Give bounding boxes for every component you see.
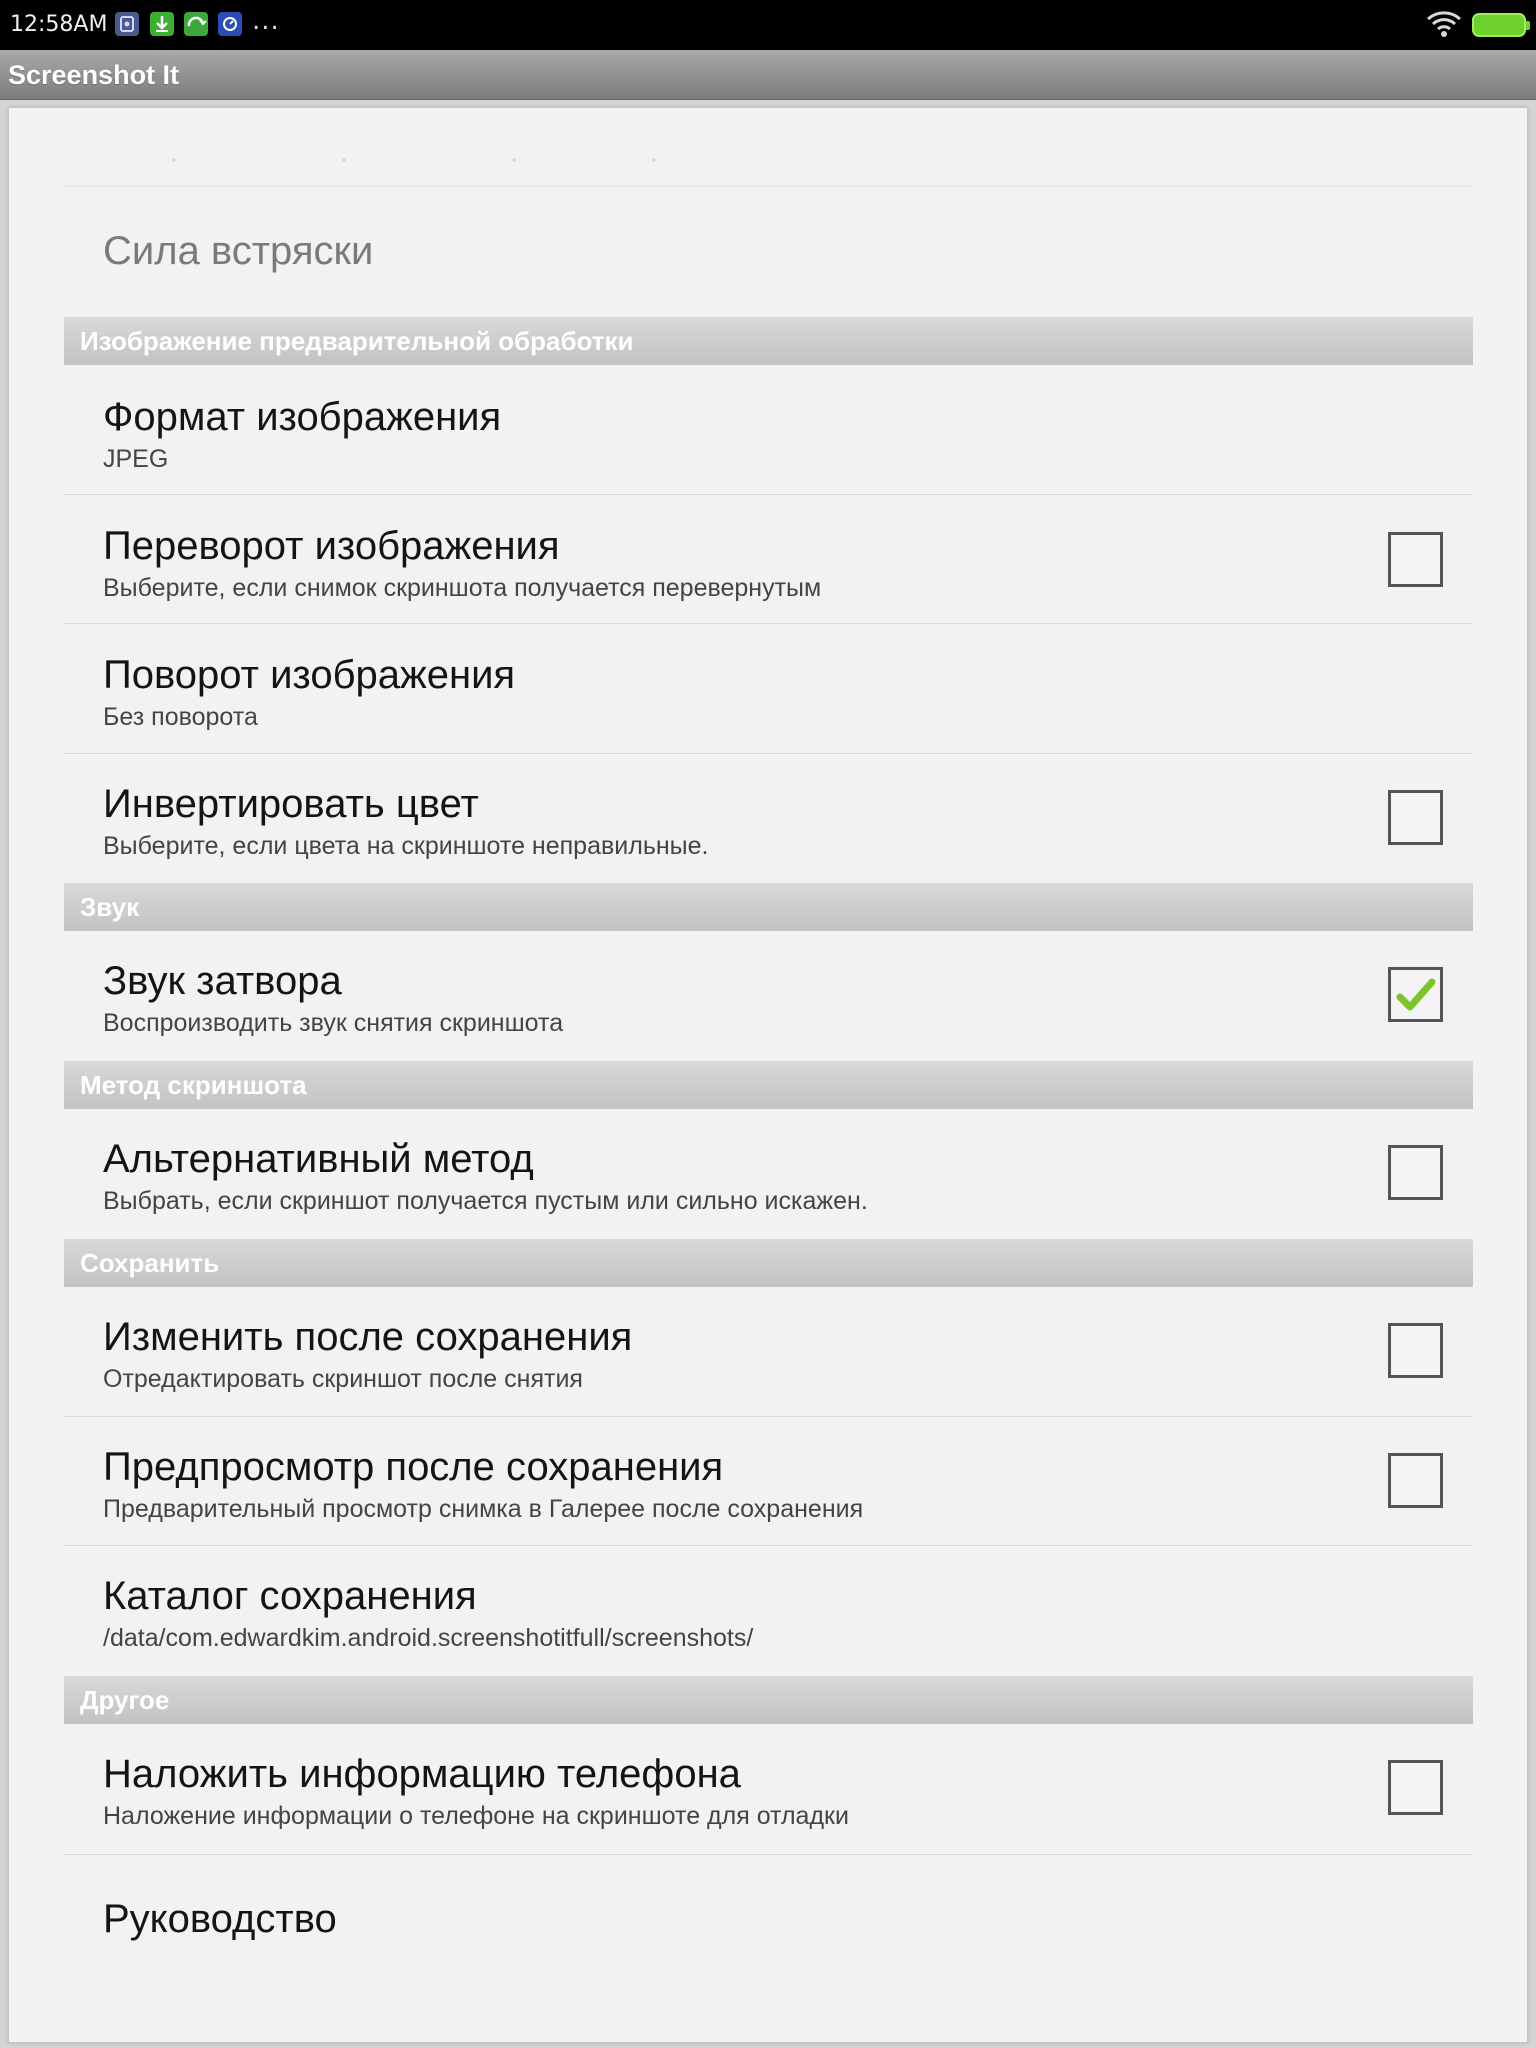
screenshot-icon xyxy=(115,12,139,36)
pref-title: Альтернативный метод xyxy=(103,1137,534,1181)
section-header-save: Сохранить xyxy=(64,1239,1473,1287)
pref-summary: Наложение информации о телефоне на скрин… xyxy=(103,1802,849,1830)
more-notifications: ... xyxy=(252,6,280,36)
title-bar: Screenshot It xyxy=(0,50,1536,100)
pref-shutter-sound[interactable]: Звук затвора Воспроизводить звук снятия … xyxy=(64,931,1473,1061)
pref-title: Звук затвора xyxy=(103,959,342,1003)
section-header-sound: Звук xyxy=(64,883,1473,931)
pref-alternative-method[interactable]: Альтернативный метод Выбрать, если скрин… xyxy=(64,1109,1473,1239)
sync-icon xyxy=(184,12,208,36)
alternative-method-checkbox[interactable] xyxy=(1388,1145,1443,1200)
pref-summary: Выбрать, если скриншот получается пустым… xyxy=(103,1187,868,1215)
pref-manual[interactable]: Руководство xyxy=(64,1855,1473,1985)
section-header-label: Другое xyxy=(80,1685,170,1715)
pref-summary: Выберите, если снимок скриншота получает… xyxy=(103,574,822,602)
battery-icon xyxy=(1472,13,1530,37)
section-header-label: Звук xyxy=(80,892,140,922)
app-icon xyxy=(218,12,242,36)
pref-image-rotation[interactable]: Поворот изображения Без поворота xyxy=(64,624,1473,754)
pref-summary: JPEG xyxy=(103,445,169,473)
section-header-label: Метод скриншота xyxy=(80,1070,307,1100)
app-title: Screenshot It xyxy=(8,60,180,90)
scroll-residue xyxy=(172,158,656,162)
pref-save-directory[interactable]: Каталог сохранения /data/com.edwardkim.a… xyxy=(64,1546,1473,1676)
section-header-method: Метод скриншота xyxy=(64,1061,1473,1109)
invert-color-checkbox[interactable] xyxy=(1388,790,1443,845)
pref-summary: Без поворота xyxy=(103,703,258,731)
pref-summary: Отредактировать скриншот после снятия xyxy=(103,1365,583,1393)
pref-title: Изменить после сохранения xyxy=(103,1315,633,1359)
pref-edit-after-save[interactable]: Изменить после сохранения Отредактироват… xyxy=(64,1287,1473,1417)
download-icon xyxy=(150,12,174,36)
preview-after-save-checkbox[interactable] xyxy=(1388,1453,1443,1508)
pref-invert-color[interactable]: Инвертировать цвет Выберите, если цвета … xyxy=(64,754,1473,883)
section-header-image: Изображение предварительной обработки xyxy=(64,317,1473,365)
status-time: 12:58AM xyxy=(10,12,108,37)
pref-summary: Воспроизводить звук снятия скриншота xyxy=(103,1009,564,1037)
preferences-panel[interactable]: Сила встряски Изображение предварительно… xyxy=(8,107,1528,2043)
pref-image-flip[interactable]: Переворот изображения Выберите, если сни… xyxy=(64,495,1473,624)
wifi-icon xyxy=(1427,11,1461,37)
section-header-label: Изображение предварительной обработки xyxy=(80,326,634,356)
edit-after-save-checkbox[interactable] xyxy=(1388,1323,1443,1378)
pref-title: Инвертировать цвет xyxy=(103,782,479,826)
pref-summary: Выберите, если цвета на скриншоте неправ… xyxy=(103,832,709,860)
pref-title: Каталог сохранения xyxy=(103,1574,477,1618)
pref-title: Формат изображения xyxy=(103,395,502,439)
pref-summary: /data/com.edwardkim.android.screenshotit… xyxy=(103,1624,754,1652)
pref-preview-after-save[interactable]: Предпросмотр после сохранения Предварите… xyxy=(64,1417,1473,1546)
section-header-label: Сохранить xyxy=(80,1248,220,1278)
checkmark-icon xyxy=(1396,978,1436,1011)
pref-summary: Предварительный просмотр снимка в Галере… xyxy=(103,1495,864,1523)
pref-title: Руководство xyxy=(103,1897,337,1941)
shutter-sound-checkbox[interactable] xyxy=(1388,967,1443,1022)
pref-overlay-phone-info[interactable]: Наложить информацию телефона Наложение и… xyxy=(64,1724,1473,1855)
image-flip-checkbox[interactable] xyxy=(1388,532,1443,587)
pref-image-format[interactable]: Формат изображения JPEG xyxy=(64,365,1473,495)
pref-title: Поворот изображения xyxy=(103,653,516,697)
pref-title: Предпросмотр после сохранения xyxy=(103,1445,724,1489)
pref-title: Переворот изображения xyxy=(103,524,560,568)
pref-title: Сила встряски xyxy=(103,229,374,273)
pref-shake-strength[interactable]: Сила встряски xyxy=(64,187,1473,312)
pref-title: Наложить информацию телефона xyxy=(103,1752,741,1796)
section-header-other: Другое xyxy=(64,1676,1473,1724)
status-bar: 12:58AM ... xyxy=(0,0,1536,50)
overlay-phone-info-checkbox[interactable] xyxy=(1388,1760,1443,1815)
